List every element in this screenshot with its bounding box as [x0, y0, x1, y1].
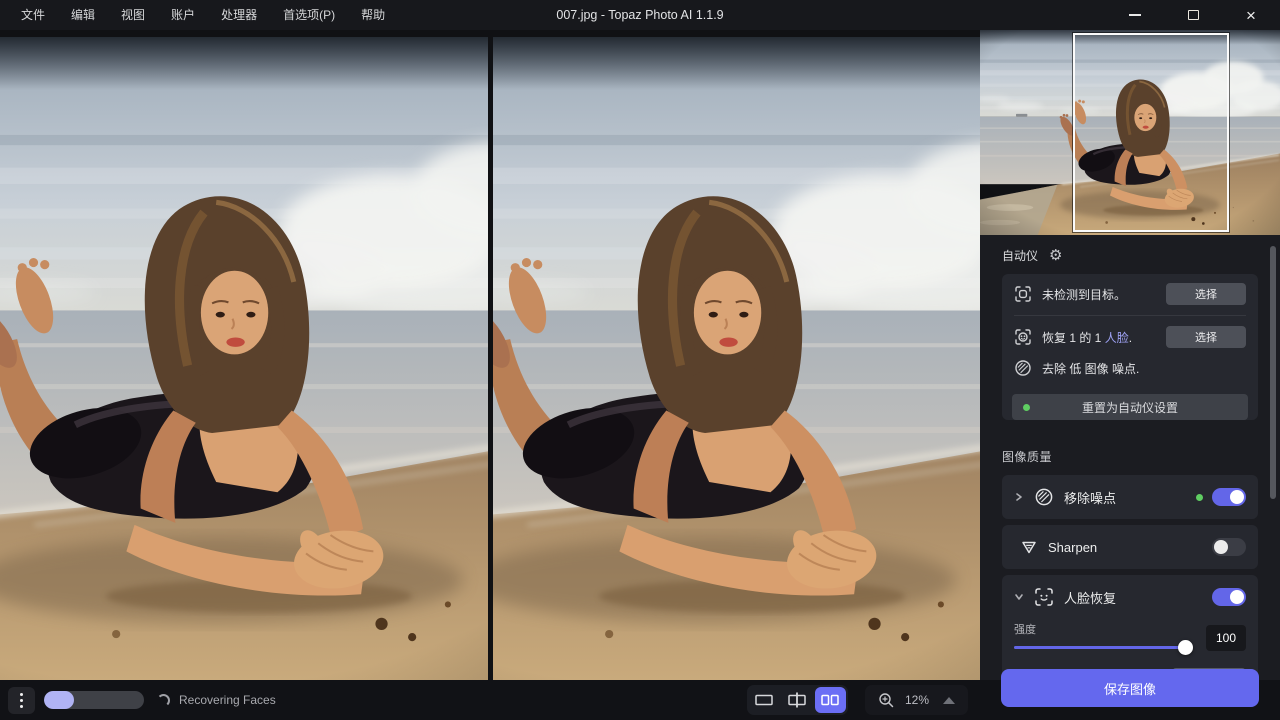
toggle-knob	[1230, 490, 1244, 504]
settings-scroll-area: 自动仪 ⚙ 未检测到目标。 选择	[980, 235, 1280, 680]
autopilot-status-dot	[1023, 404, 1030, 411]
subject-detection-row: 未检测到目标。 选择	[1002, 274, 1258, 314]
autopilot-header: 自动仪 ⚙	[980, 247, 1280, 274]
zoom-level: 12%	[905, 693, 929, 707]
main-area: 自动仪 ⚙ 未检测到目标。 选择	[0, 30, 1280, 680]
strength-label: 强度	[1014, 621, 1196, 637]
zoom-in-icon	[878, 692, 895, 709]
navigator-preview[interactable]	[980, 30, 1280, 235]
face-recovery-toggle[interactable]	[1212, 588, 1246, 606]
zoom-control[interactable]: 12%	[865, 685, 968, 715]
remove-noise-status-dot	[1196, 494, 1203, 501]
remove-noise-label: 移除噪点	[1064, 488, 1116, 507]
navigator-viewport-rect[interactable]	[1073, 33, 1229, 232]
noise-icon	[1014, 359, 1032, 377]
strength-control: 强度 100	[1014, 619, 1246, 661]
subject-detect-icon	[1014, 285, 1032, 303]
gear-icon[interactable]: ⚙	[1049, 248, 1062, 263]
menu-view[interactable]: 视图	[108, 0, 158, 30]
menu-help[interactable]: 帮助	[348, 0, 398, 30]
photo-after	[493, 37, 981, 680]
app-window: 文件 编辑 视图 账户 处理器 首选项(P) 帮助 007.jpg - Topa…	[0, 0, 1280, 720]
face-select-button[interactable]: 选择	[1166, 326, 1246, 348]
minimize-button[interactable]	[1106, 0, 1164, 30]
autopilot-card: 未检测到目标。 选择 恢复 1 的 1 人脸.	[1002, 274, 1258, 420]
view-single-button[interactable]	[749, 687, 780, 713]
zoom-caret-icon[interactable]	[943, 697, 955, 704]
face-count-highlight: 人脸	[1105, 331, 1129, 345]
minimize-icon	[1129, 14, 1141, 16]
noise-detect-text: 去除 低 图像 噪点.	[1042, 360, 1139, 377]
sharpen-card[interactable]: Sharpen	[1002, 525, 1258, 569]
strength-value[interactable]: 100	[1206, 625, 1246, 651]
close-button[interactable]: ×	[1222, 0, 1280, 30]
sharpen-label: Sharpen	[1048, 540, 1097, 555]
face-recovery-icon	[1034, 587, 1054, 607]
strength-slider-fill	[1014, 646, 1185, 649]
image-panel-left[interactable]	[0, 37, 488, 680]
single-view-icon	[753, 692, 775, 708]
view-split-button[interactable]	[782, 687, 813, 713]
remove-noise-card[interactable]: 移除噪点	[1002, 475, 1258, 519]
split-view-icon	[786, 691, 808, 709]
remove-noise-toggle[interactable]	[1212, 488, 1246, 506]
chevron-down-icon[interactable]	[1014, 592, 1024, 602]
title-bar: 文件 编辑 视图 账户 处理器 首选项(P) 帮助 007.jpg - Topa…	[0, 0, 1280, 30]
card-divider	[1014, 315, 1246, 316]
side-by-side-icon	[819, 692, 841, 708]
view-mode-group	[747, 685, 848, 715]
queue-menu-button[interactable]	[8, 687, 35, 714]
subject-select-button[interactable]: 选择	[1166, 283, 1246, 305]
kebab-icon	[20, 693, 23, 696]
sharpen-icon	[1020, 538, 1038, 556]
maximize-icon	[1188, 10, 1199, 20]
maximize-button[interactable]	[1164, 0, 1222, 30]
panel-scrollbar[interactable]	[1270, 246, 1276, 499]
face-recovery-card: 人脸恢复 强度 100	[1002, 575, 1258, 680]
face-detection-row: 恢复 1 的 1 人脸. 选择	[1002, 317, 1258, 357]
window-title: 007.jpg - Topaz Photo AI 1.1.9	[556, 8, 723, 22]
menu-processor[interactable]: 处理器	[208, 0, 270, 30]
subject-detect-text: 未检测到目标。	[1042, 286, 1126, 303]
chevron-right-icon[interactable]	[1014, 492, 1024, 502]
view-side-by-side-button[interactable]	[815, 687, 846, 713]
photo-before	[0, 37, 488, 680]
image-panel-right[interactable]	[493, 37, 981, 680]
face-recovery-label: 人脸恢复	[1064, 588, 1116, 607]
menu-preferences[interactable]: 首选项(P)	[270, 0, 348, 30]
remove-noise-icon	[1034, 487, 1054, 507]
comparison-viewer	[0, 30, 980, 680]
close-icon: ×	[1246, 7, 1256, 24]
image-quality-header: 图像质量	[980, 430, 1280, 475]
face-detect-text: 恢复 1 的 1 人脸.	[1042, 329, 1132, 346]
progress-bar-fill	[44, 691, 74, 709]
menu-bar: 文件 编辑 视图 账户 处理器 首选项(P) 帮助	[0, 0, 398, 30]
status-text: Recovering Faces	[179, 693, 276, 707]
spinner-icon	[157, 694, 170, 707]
reset-autopilot-button[interactable]: 重置为自动仪设置	[1012, 394, 1248, 420]
window-controls: ×	[1106, 0, 1280, 30]
toggle-knob	[1230, 590, 1244, 604]
save-image-button[interactable]: 保存图像	[1001, 669, 1259, 707]
menu-edit[interactable]: 编辑	[58, 0, 108, 30]
face-recovery-header[interactable]: 人脸恢复	[1014, 575, 1246, 619]
autopilot-title: 自动仪	[1002, 247, 1038, 264]
face-detect-icon	[1014, 328, 1032, 346]
sharpen-toggle[interactable]	[1212, 538, 1246, 556]
strength-slider[interactable]	[1014, 646, 1192, 649]
toggle-knob	[1214, 540, 1228, 554]
settings-panel: 自动仪 ⚙ 未检测到目标。 选择	[980, 30, 1280, 680]
menu-account[interactable]: 账户	[158, 0, 208, 30]
noise-detection-row: 去除 低 图像 噪点.	[1002, 357, 1258, 386]
strength-slider-knob[interactable]	[1178, 640, 1193, 655]
progress-bar	[44, 691, 144, 709]
menu-file[interactable]: 文件	[8, 0, 58, 30]
